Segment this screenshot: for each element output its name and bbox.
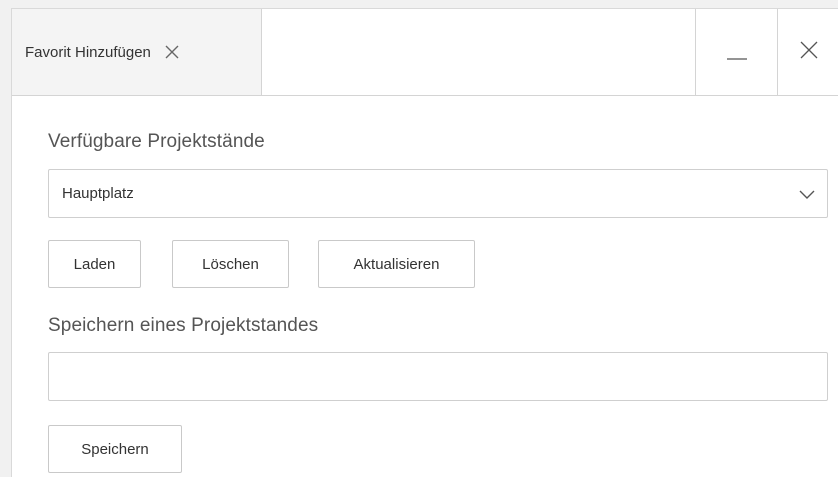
delete-button[interactable]: Löschen <box>172 240 289 288</box>
title-bar: Favorit Hinzufügen <box>12 9 838 96</box>
close-window-button[interactable] <box>777 9 838 95</box>
project-state-name-input[interactable] <box>48 352 828 401</box>
chevron-down-icon <box>795 182 819 206</box>
close-icon <box>799 40 819 65</box>
tab-title: Favorit Hinzufügen <box>25 43 151 61</box>
save-button[interactable]: Speichern <box>48 425 182 473</box>
minimize-icon <box>726 39 748 66</box>
selected-project-state: Hauptplatz <box>62 185 134 202</box>
favorite-dialog: Favorit Hinzufügen Verfügbare Projektstä… <box>11 8 838 477</box>
load-button[interactable]: Laden <box>48 240 141 288</box>
refresh-button[interactable]: Aktualisieren <box>318 240 475 288</box>
save-project-state-label: Speichern eines Projektstandes <box>48 315 319 336</box>
close-icon[interactable] <box>163 43 181 61</box>
project-state-select[interactable]: Hauptplatz <box>48 169 828 218</box>
minimize-button[interactable] <box>695 9 777 95</box>
tab-favorit-hinzufuegen[interactable]: Favorit Hinzufügen <box>12 9 262 95</box>
project-states-label: Verfügbare Projektstände <box>48 131 265 152</box>
